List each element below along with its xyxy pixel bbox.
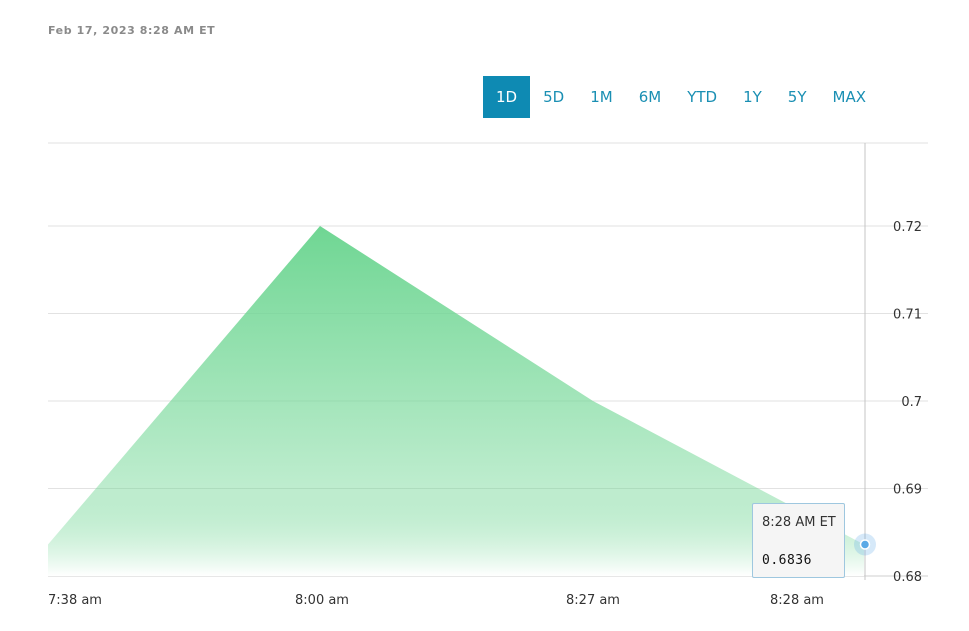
y-tick-label: 0.69 (893, 483, 922, 498)
y-tick-label: 0.7 (901, 395, 922, 410)
tooltip-time: 8:28 AM ET (762, 515, 836, 530)
y-tick-label: 0.72 (893, 220, 922, 235)
tooltip-value: 0.6836 (762, 553, 812, 568)
x-tick-label: 8:28 am (770, 593, 824, 608)
y-tick-label: 0.68 (893, 570, 922, 585)
x-tick-label: 8:27 am (566, 593, 620, 608)
x-tick-label: 7:38 am (48, 593, 102, 608)
price-tooltip: 8:28 AM ET 0.6836 (752, 503, 845, 578)
hover-marker (859, 539, 871, 550)
x-tick-label: 8:00 am (295, 593, 349, 608)
y-tick-label: 0.71 (893, 308, 922, 323)
